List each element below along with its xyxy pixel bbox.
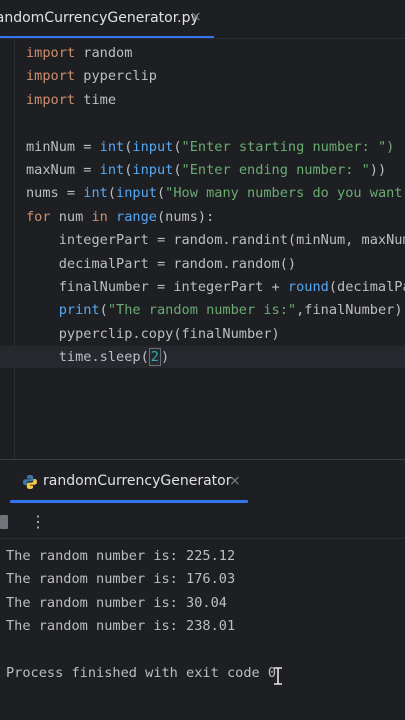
- code-line[interactable]: import time: [26, 90, 116, 110]
- run-tab-label[interactable]: randomCurrencyGenerator: [43, 473, 231, 489]
- code-token: (: [173, 162, 182, 178]
- gutter-divider: [14, 39, 15, 459]
- editor-tab-bar: randomCurrencyGenerator.py ×: [0, 0, 405, 39]
- code-token: pyperclip: [75, 68, 157, 85]
- code-token: int: [83, 185, 108, 202]
- code-token: random: [75, 45, 133, 61]
- code-token: int: [99, 162, 125, 178]
- code-line[interactable]: time.sleep(2): [26, 347, 169, 367]
- code-token: "Enter starting number: "): [181, 138, 395, 155]
- code-line[interactable]: import random: [26, 43, 132, 63]
- run-tab-close-icon[interactable]: ×: [229, 473, 241, 489]
- code-token: 2: [148, 348, 161, 367]
- code-token: input: [132, 162, 174, 178]
- close-icon[interactable]: ×: [190, 9, 202, 25]
- code-token: range: [116, 208, 157, 225]
- code-token: ): [160, 349, 170, 366]
- editor-tab-randomcurrencygenerator[interactable]: randomCurrencyGenerator.py ×: [0, 0, 214, 38]
- text-cursor-icon: [274, 667, 282, 685]
- code-line[interactable]: finalNumber = integerPart + round(decima…: [26, 277, 405, 297]
- code-token: (: [107, 185, 117, 202]
- code-token: import: [26, 68, 76, 85]
- stop-icon[interactable]: [0, 515, 8, 529]
- code-line[interactable]: import pyperclip: [26, 66, 157, 86]
- code-token: )): [369, 162, 387, 178]
- code-token: round: [287, 279, 329, 295]
- code-token: "How many numbers do you want: [165, 185, 403, 202]
- code-line[interactable]: for num in range(nums):: [26, 207, 214, 227]
- code-token: maxNum =: [26, 162, 100, 178]
- editor-tab-label: randomCurrencyGenerator.py: [0, 10, 199, 26]
- code-token: print: [58, 302, 100, 319]
- code-token: pyperclip.copy(finalNumber): [26, 325, 280, 342]
- console-line: Process finished with exit code 0: [6, 665, 277, 681]
- console-line: The random number is: 176.03: [6, 571, 236, 588]
- code-line[interactable]: print("The random number is:",finalNumbe…: [26, 300, 403, 320]
- code-token: time.sleep(: [26, 349, 149, 366]
- python-icon: [23, 475, 37, 489]
- code-token: num: [50, 208, 92, 225]
- code-line[interactable]: pyperclip.copy(finalNumber): [26, 324, 280, 344]
- code-token: "Enter ending number: ": [181, 162, 370, 178]
- toolbar-divider: [0, 538, 405, 539]
- code-token: (nums):: [156, 208, 215, 225]
- console-line: The random number is: 225.12: [6, 548, 236, 564]
- code-token: minNum =: [26, 138, 100, 155]
- code-token: "The random number is:": [107, 302, 297, 319]
- more-options-icon[interactable]: ⋮: [30, 512, 46, 531]
- code-line[interactable]: maxNum = int(input("Enter ending number:…: [26, 160, 386, 180]
- code-token: input: [132, 138, 174, 155]
- code-token: finalNumber = integerPart +: [26, 279, 288, 295]
- code-token: import: [26, 91, 76, 108]
- code-editor[interactable]: import random import pyperclip import time…: [0, 39, 405, 459]
- code-token: nums =: [26, 185, 84, 202]
- code-token: in: [91, 208, 108, 225]
- code-token: (: [99, 302, 108, 319]
- run-toolbar: [0, 506, 405, 538]
- run-tab-indicator: [10, 500, 248, 503]
- code-token: decimalPart = random.random(): [26, 255, 297, 272]
- code-line[interactable]: minNum = int(input("Enter starting numbe…: [26, 137, 394, 157]
- code-token: for: [26, 208, 51, 225]
- code-token: (: [156, 185, 166, 202]
- console-line: The random number is: 30.04: [6, 594, 227, 611]
- code-token: input: [116, 185, 157, 202]
- code-line[interactable]: integerPart = random.randint(minNum, max…: [26, 230, 405, 250]
- code-token: ,finalNumber): [296, 302, 403, 319]
- code-token: import: [26, 45, 76, 61]
- code-token: int: [99, 138, 125, 155]
- code-token: integerPart = random.randint(minNum, max…: [26, 232, 405, 249]
- console-line: The random number is: 238.01: [6, 618, 236, 635]
- code-token: (decimalPart: [328, 279, 405, 295]
- code-line[interactable]: nums = int(input("How many numbers do yo…: [26, 183, 403, 203]
- code-line[interactable]: decimalPart = random.random(): [26, 254, 296, 274]
- code-token: (: [173, 138, 182, 155]
- code-token: time: [75, 91, 117, 108]
